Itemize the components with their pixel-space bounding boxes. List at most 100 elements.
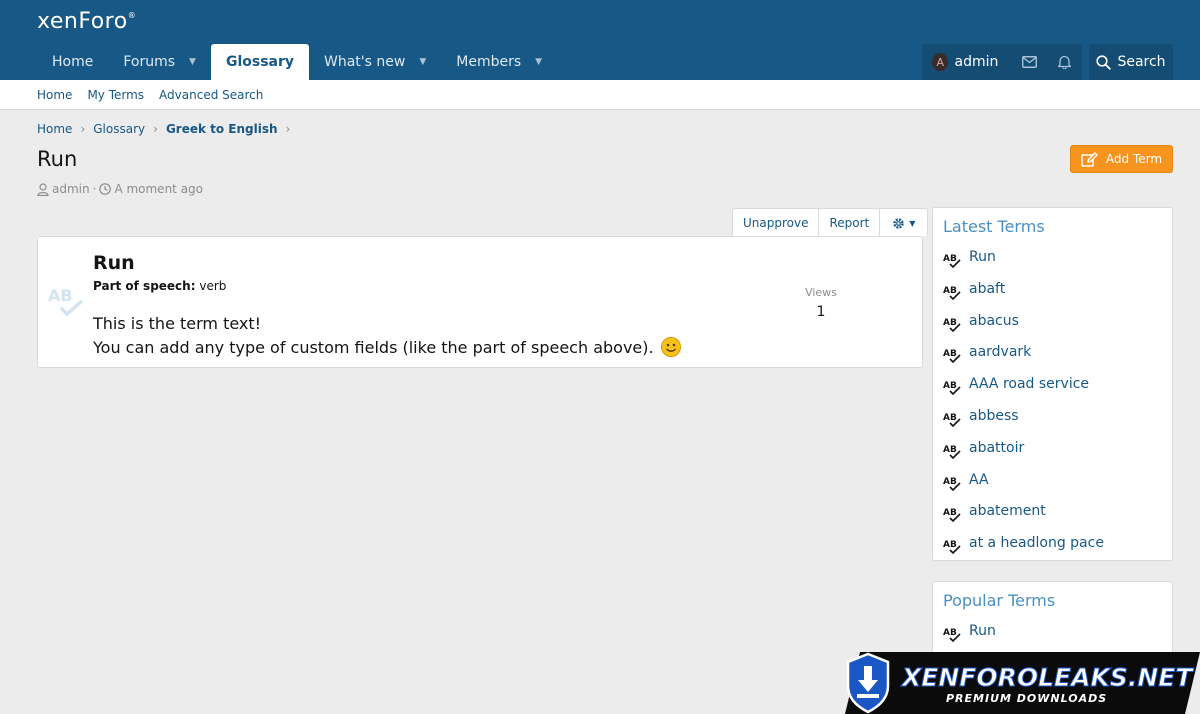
chevron-down-icon[interactable]: ▼ — [535, 57, 542, 67]
term-link[interactable]: AA — [969, 472, 989, 488]
smiley-icon — [660, 337, 681, 357]
chevron-down-icon[interactable]: ▼ — [189, 57, 196, 67]
svg-text:AB: AB — [943, 508, 957, 518]
svg-text:AB: AB — [943, 413, 957, 423]
add-term-label: Add Term — [1105, 152, 1163, 166]
author-link[interactable]: admin — [52, 182, 90, 196]
gear-icon — [893, 217, 904, 229]
part-of-speech-label: Part of speech: — [93, 279, 196, 293]
user-icon — [37, 182, 49, 196]
subnav-my-terms[interactable]: My Terms — [87, 88, 144, 102]
term-text-line: This is the term text! — [93, 314, 262, 333]
nav-tab-forums[interactable]: Forums ▼ — [108, 44, 211, 80]
term-list-item: AB abaft — [943, 281, 1104, 313]
nav-tab-whats-new[interactable]: What's new ▼ — [309, 44, 441, 80]
term-link[interactable]: abattoir — [969, 440, 1024, 456]
term-link[interactable]: at a headlong pace — [969, 535, 1104, 551]
more-options-button[interactable]: ▼ — [880, 209, 927, 237]
user-nav-group: A admin — [922, 44, 1082, 80]
subnav-home[interactable]: Home — [37, 88, 72, 102]
term-time[interactable]: A moment ago — [114, 182, 203, 196]
latest-terms-title[interactable]: Latest Terms — [943, 217, 1045, 236]
term-list-item: AB Run — [943, 623, 996, 655]
term-list-item: AB abacus — [943, 313, 1104, 345]
popular-terms-list: AB Run — [943, 623, 996, 655]
nav-tab-glossary[interactable]: Glossary — [210, 44, 310, 80]
report-button[interactable]: Report — [819, 209, 881, 237]
glossary-term-icon: AB — [943, 540, 961, 555]
nav-tab-members[interactable]: Members ▼ — [441, 44, 557, 80]
xenforoleaks-watermark: XENFOROLEAKS.NET PREMIUM DOWNLOADS — [845, 652, 1200, 714]
search-icon — [1096, 54, 1112, 70]
bell-icon[interactable] — [1047, 55, 1082, 69]
glossary-term-icon: AB — [943, 477, 961, 491]
term-link[interactable]: abatement — [969, 503, 1046, 519]
term-list-item: AB abattoir — [943, 440, 1104, 472]
edit-icon — [1081, 151, 1098, 167]
sub-nav: Home My Terms Advanced Search — [0, 80, 1200, 110]
glossary-term-icon: AB — [943, 628, 961, 643]
svg-text:AB: AB — [943, 254, 957, 264]
breadcrumb-glossary[interactable]: Glossary — [93, 122, 145, 136]
glossary-term-icon: AB — [943, 318, 961, 332]
term-list-item: AB aardvark — [943, 344, 1104, 376]
term-title: Run — [93, 252, 135, 274]
term-link[interactable]: abacus — [969, 313, 1019, 329]
term-text: This is the term text! You can add any t… — [93, 312, 681, 360]
term-link[interactable]: Run — [969, 623, 996, 639]
nav-tab-home[interactable]: Home — [37, 44, 108, 80]
unapprove-button[interactable]: Unapprove — [733, 209, 820, 237]
term-meta: admin · A moment ago — [37, 182, 203, 196]
site-logo[interactable]: xenForo® — [37, 9, 136, 34]
term-list-item: AB AAA road service — [943, 376, 1104, 408]
clock-icon — [99, 183, 112, 195]
term-link[interactable]: aardvark — [969, 344, 1031, 360]
glossary-term-icon: AB — [943, 381, 961, 396]
term-list-item: AB abbess — [943, 408, 1104, 440]
breadcrumb-home[interactable]: Home — [37, 122, 72, 136]
term-link[interactable]: AAA road service — [969, 376, 1089, 392]
nav-tab-label: Members — [456, 54, 522, 70]
page-title: Run — [37, 147, 78, 171]
term-list-item: AB at a headlong pace — [943, 535, 1104, 567]
avatar[interactable]: A — [932, 53, 949, 71]
glossary-term-icon: AB — [943, 413, 961, 428]
search-button[interactable]: Search — [1089, 44, 1173, 80]
chevron-right-icon: › — [285, 122, 291, 136]
glossary-term-icon: AB — [943, 349, 961, 364]
main-nav: Home Forums ▼ Glossary What's new ▼ Member… — [37, 44, 557, 80]
term-text-line: You can add any type of custom fields (l… — [93, 338, 654, 357]
meta-separator: · — [92, 182, 97, 196]
chevron-down-icon[interactable]: ▼ — [419, 57, 426, 67]
part-of-speech: Part of speech: verb — [93, 279, 226, 293]
glossary-term-icon: AB — [48, 286, 84, 317]
term-card: AB Run Part of speech: verb This is the … — [37, 236, 923, 368]
term-list-item: AB abatement — [943, 503, 1104, 535]
inbox-icon[interactable] — [1012, 56, 1047, 68]
glossary-term-icon: AB — [943, 286, 961, 300]
chevron-right-icon: › — [80, 122, 86, 136]
views-label: Views — [805, 286, 837, 299]
views-count: 1 — [816, 304, 826, 320]
popular-terms-title[interactable]: Popular Terms — [943, 591, 1055, 610]
term-link[interactable]: abaft — [969, 281, 1005, 297]
account-username[interactable]: admin — [954, 54, 998, 70]
term-list-item: AB Run — [943, 249, 1104, 281]
term-text-line-wrap: You can add any type of custom fields (l… — [93, 336, 681, 360]
term-link[interactable]: abbess — [969, 408, 1019, 424]
chevron-down-icon: ▼ — [909, 218, 916, 228]
breadcrumb-category[interactable]: Greek to English — [166, 122, 278, 136]
term-list-item: AB AA — [943, 472, 1104, 504]
svg-text:AB: AB — [943, 445, 957, 455]
watermark-subtitle: PREMIUM DOWNLOADS — [946, 692, 1107, 705]
svg-text:AB: AB — [943, 381, 957, 391]
svg-text:AB: AB — [943, 628, 957, 638]
subnav-advanced-search[interactable]: Advanced Search — [159, 88, 263, 102]
add-term-button[interactable]: Add Term — [1070, 145, 1173, 173]
term-views: Views 1 — [798, 286, 844, 320]
nav-tab-label: Forums — [123, 54, 176, 70]
logo-registered-mark: ® — [127, 11, 137, 20]
glossary-term-icon: AB — [943, 508, 961, 523]
term-link[interactable]: Run — [969, 249, 996, 265]
part-of-speech-value: verb — [199, 279, 227, 293]
